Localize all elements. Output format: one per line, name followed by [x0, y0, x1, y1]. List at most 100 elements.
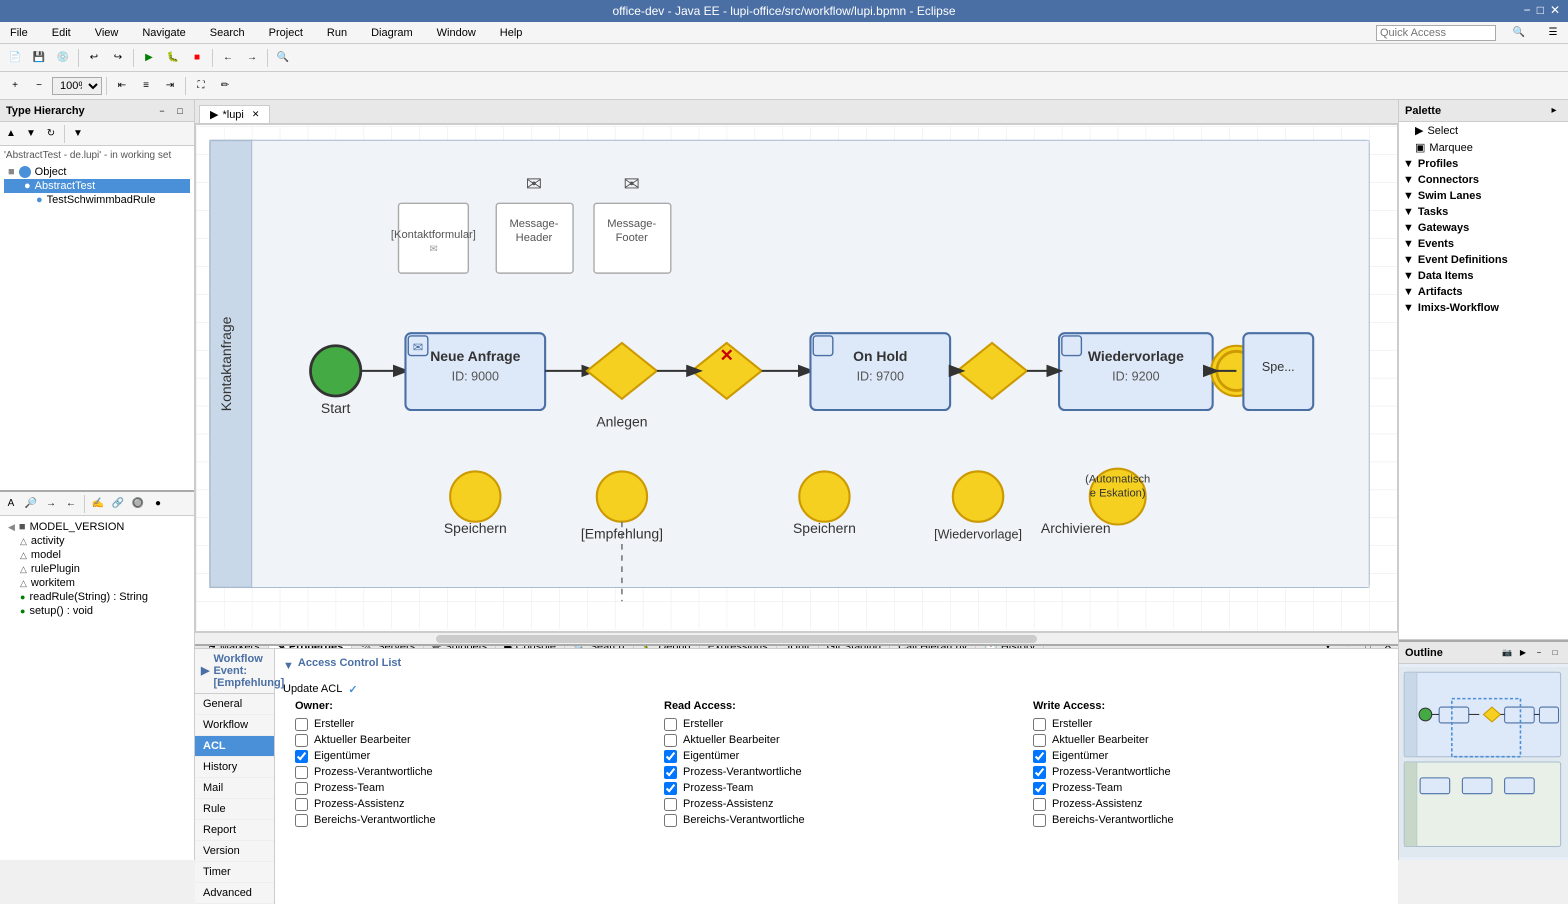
lupi-editor-tab[interactable]: ▶ *lupi ✕ — [199, 105, 270, 123]
write-prozess-verantw-cb[interactable] — [1033, 766, 1046, 779]
lb-btn6[interactable]: 🔗 — [109, 495, 127, 513]
props-tab-workflow[interactable]: Workflow — [195, 715, 274, 736]
owner-prozess-team-cb[interactable] — [295, 782, 308, 795]
read-ersteller-cb[interactable] — [664, 718, 677, 731]
setup-item[interactable]: ● setup() : void — [4, 604, 190, 618]
tree-item-object[interactable]: ■ Object — [4, 165, 190, 179]
undo-btn[interactable]: ↩ — [83, 47, 105, 69]
menu-search[interactable]: Search — [204, 25, 251, 41]
maximize-button[interactable]: □ — [1537, 3, 1544, 17]
lb-btn3[interactable]: → — [42, 495, 60, 513]
owner-prozess-assist-cb[interactable] — [295, 798, 308, 811]
search-btn[interactable]: 🔍 — [272, 47, 294, 69]
props-tab-acl[interactable]: ACL — [195, 736, 274, 757]
props-tab-report[interactable]: Report — [195, 820, 274, 841]
owner-prozess-verantw-cb[interactable] — [295, 766, 308, 779]
props-tab-rule[interactable]: Rule — [195, 799, 274, 820]
palette-marquee[interactable]: ▣ Marquee — [1399, 139, 1568, 156]
palette-profiles[interactable]: ▼ Profiles — [1399, 156, 1568, 172]
readrule-item[interactable]: ● readRule(String) : String — [4, 590, 190, 604]
write-akt-bearb-cb[interactable] — [1033, 734, 1046, 747]
read-eigentuemer-cb[interactable] — [664, 750, 677, 763]
write-eigentuemer-cb[interactable] — [1033, 750, 1046, 763]
menu-project[interactable]: Project — [263, 25, 309, 41]
back-btn[interactable]: ← — [217, 47, 239, 69]
palette-connectors[interactable]: ▼ Connectors — [1399, 172, 1568, 188]
th-refresh-btn[interactable]: ↻ — [42, 125, 60, 143]
palette-select[interactable]: ▶ Select — [1399, 122, 1568, 139]
palette-events[interactable]: ▼ Events — [1399, 236, 1568, 252]
props-tab-timer[interactable]: Timer — [195, 862, 274, 883]
outline-minimize[interactable]: − — [1532, 646, 1546, 660]
fit-page-btn[interactable]: ⛶ — [190, 75, 212, 97]
lb-btn4[interactable]: ← — [62, 495, 80, 513]
activity-item[interactable]: △ activity — [4, 534, 190, 548]
props-tab-advanced[interactable]: Advanced — [195, 883, 274, 904]
stop-btn[interactable]: ■ — [186, 47, 208, 69]
outline-btn1[interactable]: 📷 — [1500, 646, 1514, 660]
palette-swimlanes[interactable]: ▼ Swim Lanes — [1399, 188, 1568, 204]
acl-collapse-icon[interactable]: ▼ — [283, 660, 294, 672]
menu-window[interactable]: Window — [431, 25, 482, 41]
run-btn[interactable]: ▶ — [138, 47, 160, 69]
align-center-btn[interactable]: ≡ — [135, 75, 157, 97]
props-tab-mail[interactable]: Mail — [195, 778, 274, 799]
menu-file[interactable]: File — [4, 25, 34, 41]
new-btn[interactable]: 📄 — [4, 47, 26, 69]
th-maximize-btn[interactable]: □ — [172, 103, 188, 119]
th-minimize-btn[interactable]: − — [154, 103, 170, 119]
minimize-button[interactable]: − — [1524, 3, 1531, 17]
quick-access-btn[interactable]: 🔍 — [1508, 22, 1530, 44]
palette-data-items[interactable]: ▼ Data Items — [1399, 268, 1568, 284]
perspective-btn[interactable]: ☰ — [1542, 22, 1564, 44]
menu-diagram[interactable]: Diagram — [365, 25, 419, 41]
forward-btn[interactable]: → — [241, 47, 263, 69]
debug-btn[interactable]: 🐛 — [162, 47, 184, 69]
props-tab-history[interactable]: History — [195, 757, 274, 778]
h-scroll-thumb[interactable] — [436, 635, 1038, 643]
menu-navigate[interactable]: Navigate — [136, 25, 191, 41]
save-all-btn[interactable]: 💿 — [52, 47, 74, 69]
read-bereichs-cb[interactable] — [664, 814, 677, 827]
menu-edit[interactable]: Edit — [46, 25, 77, 41]
read-prozess-verantw-cb[interactable] — [664, 766, 677, 779]
ruleplugin-item[interactable]: △ rulePlugin — [4, 562, 190, 576]
write-prozess-team-cb[interactable] — [1033, 782, 1046, 795]
write-bereichs-cb[interactable] — [1033, 814, 1046, 827]
write-ersteller-cb[interactable] — [1033, 718, 1046, 731]
props-tab-general[interactable]: General — [195, 694, 274, 715]
read-akt-bearb-cb[interactable] — [664, 734, 677, 747]
palette-event-defs[interactable]: ▼ Event Definitions — [1399, 252, 1568, 268]
menu-run[interactable]: Run — [321, 25, 353, 41]
palette-collapse-btn[interactable]: ▸ — [1546, 103, 1562, 119]
write-prozess-assist-cb[interactable] — [1033, 798, 1046, 811]
h-scrollbar[interactable] — [195, 632, 1398, 644]
outline-btn2[interactable]: ▶ — [1516, 646, 1530, 660]
lb-btn8[interactable]: ● — [149, 495, 167, 513]
model-item[interactable]: △ model — [4, 548, 190, 562]
lb-btn5[interactable]: ✍ — [89, 495, 107, 513]
th-hierarchy-btn[interactable]: ▲ — [2, 125, 20, 143]
align-right-btn[interactable]: ⇥ — [159, 75, 181, 97]
owner-akt-bearb-cb[interactable] — [295, 734, 308, 747]
menu-help[interactable]: Help — [494, 25, 529, 41]
diagram-canvas[interactable]: Kontaktanfrage Start Neue Anfrage ID: 90… — [195, 124, 1398, 632]
palette-imixs[interactable]: ▼ Imixs-Workflow — [1399, 300, 1568, 316]
lb-btn2[interactable]: 🔎 — [22, 495, 40, 513]
menu-view[interactable]: View — [89, 25, 125, 41]
zoom-out-btn[interactable]: − — [28, 75, 50, 97]
lb-btn1[interactable]: A — [2, 495, 20, 513]
workitem-item[interactable]: △ workitem — [4, 576, 190, 590]
zoom-in-btn[interactable]: + — [4, 75, 26, 97]
editor-tab-close[interactable]: ✕ — [252, 109, 260, 120]
owner-ersteller-cb[interactable] — [295, 718, 308, 731]
palette-artifacts[interactable]: ▼ Artifacts — [1399, 284, 1568, 300]
th-menu-btn[interactable]: ▼ — [69, 125, 87, 143]
lb-btn7[interactable]: 🔘 — [129, 495, 147, 513]
align-left-btn[interactable]: ⇤ — [111, 75, 133, 97]
th-subtype-btn[interactable]: ▼ — [22, 125, 40, 143]
read-prozess-team-cb[interactable] — [664, 782, 677, 795]
redo-btn[interactable]: ↪ — [107, 47, 129, 69]
owner-bereichs-cb[interactable] — [295, 814, 308, 827]
palette-tasks[interactable]: ▼ Tasks — [1399, 204, 1568, 220]
